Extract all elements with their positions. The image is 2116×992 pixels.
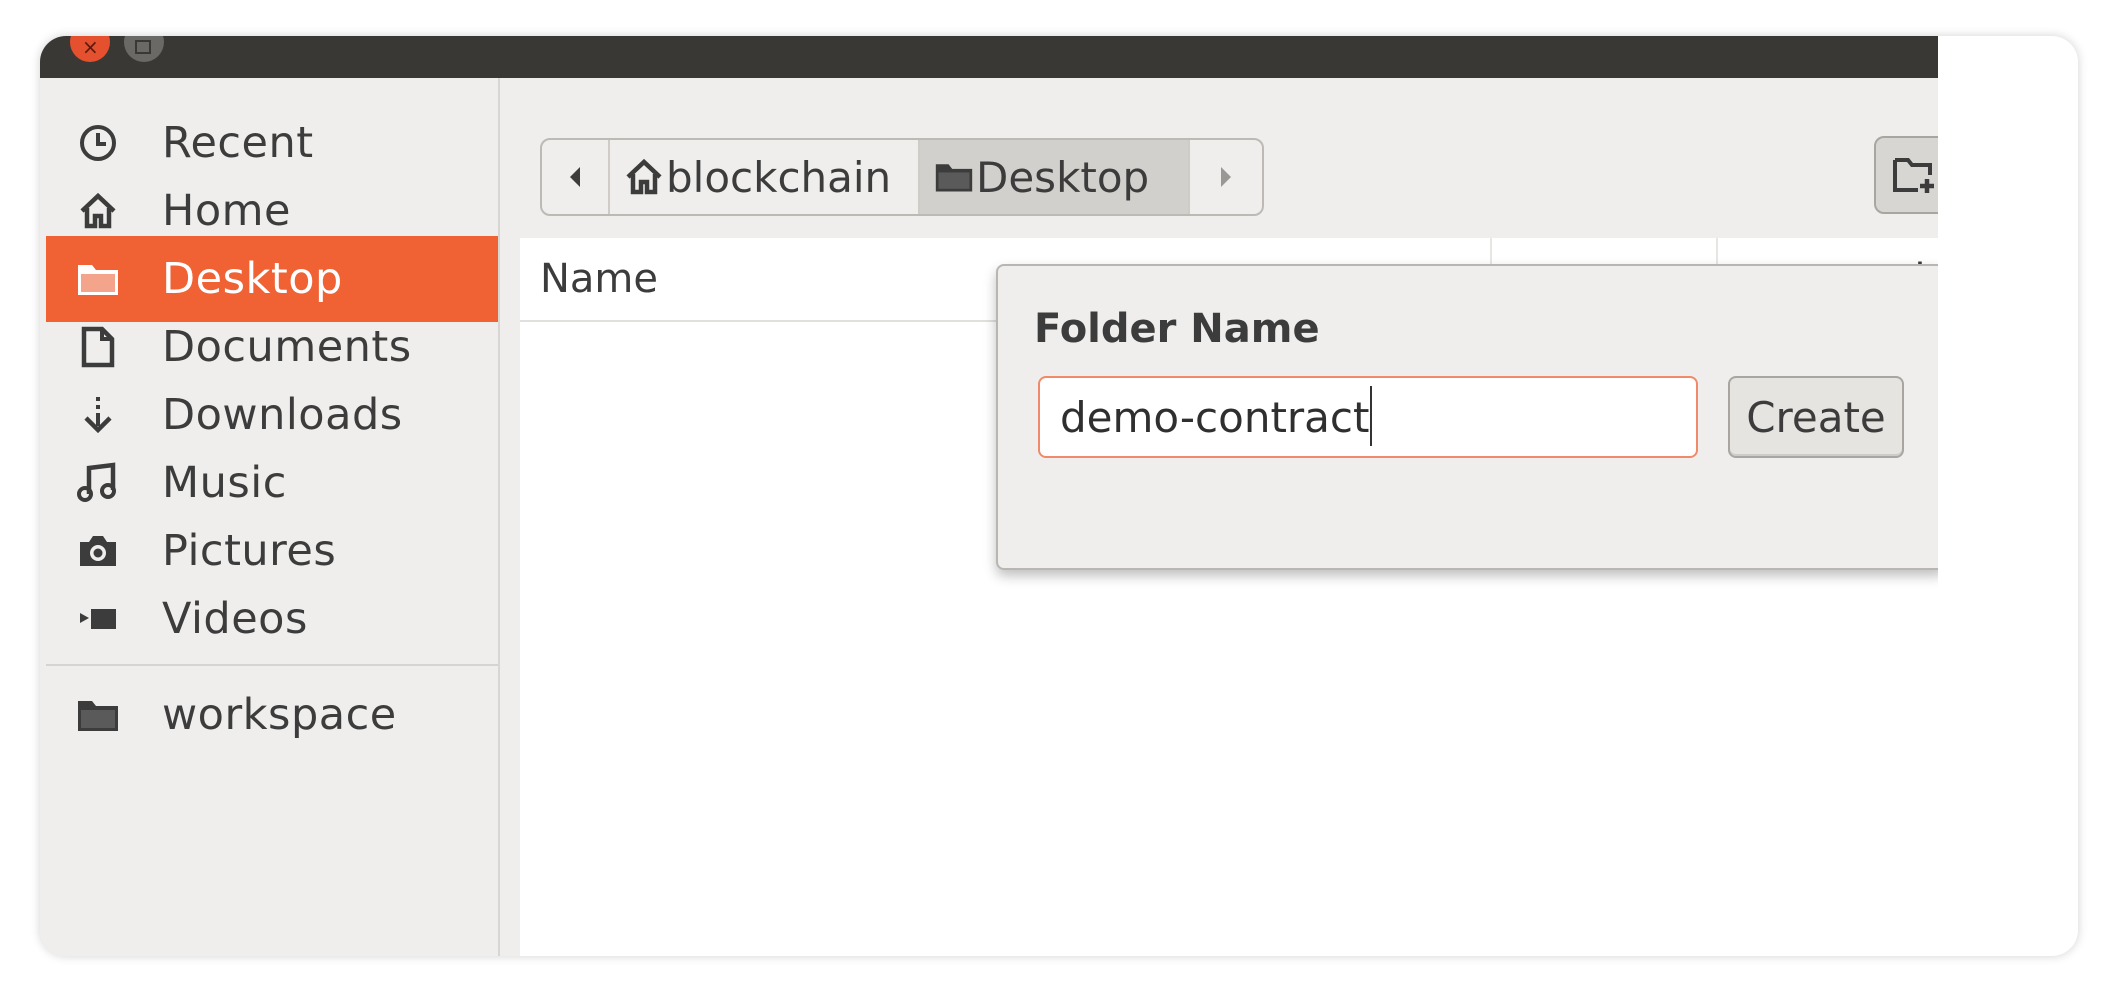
document-icon [70, 319, 126, 375]
video-icon [70, 591, 126, 647]
close-icon: × [82, 36, 99, 59]
sidebar-item-label: Pictures [162, 526, 337, 576]
sidebar-item-label: Home [162, 186, 291, 236]
sidebar-item-label: workspace [162, 690, 397, 740]
path-segment-desktop[interactable]: Desktop [920, 140, 1190, 214]
sidebar-item-label: Videos [162, 594, 308, 644]
path-back-button[interactable] [542, 140, 610, 214]
sidebar-item-label: Documents [162, 322, 412, 372]
screenshot-frame: × Recent Home Desktop Documents Download… [0, 0, 2116, 992]
chevron-right-icon [1221, 167, 1231, 187]
music-icon [70, 455, 126, 511]
file-manager-window: × Recent Home Desktop Documents Download… [40, 36, 1938, 956]
close-button[interactable]: × [70, 36, 110, 62]
home-icon [70, 183, 126, 239]
path-forward-button[interactable] [1190, 140, 1262, 214]
new-folder-button[interactable] [1874, 136, 1938, 214]
window-card: × Recent Home Desktop Documents Download… [40, 36, 2078, 956]
clock-icon [70, 115, 126, 171]
sidebar-item-label: Music [162, 458, 287, 508]
download-icon [70, 387, 126, 443]
sidebar-item-label: Recent [162, 118, 314, 168]
sidebar-item-label: Downloads [162, 390, 403, 440]
path-segment-label: blockchain [666, 152, 892, 202]
title-bar: × [40, 36, 1938, 78]
text-cursor [1370, 386, 1372, 446]
path-segment-blockchain[interactable]: blockchain [610, 140, 920, 214]
folder-name-input[interactable] [1038, 376, 1698, 458]
camera-icon [70, 523, 126, 579]
sidebar-item-workspace[interactable]: workspace [46, 672, 498, 758]
sidebar-item-videos[interactable]: Videos [46, 576, 498, 662]
sidebar-divider [46, 664, 498, 666]
path-bar: blockchain Desktop [540, 138, 1264, 216]
popover-title: Folder Name [1034, 306, 1320, 352]
sidebar-item-label: Desktop [162, 254, 343, 304]
folder-icon [70, 687, 126, 743]
create-button[interactable]: Create [1728, 376, 1904, 458]
new-folder-icon [1893, 158, 1934, 193]
column-header-name[interactable]: Name [540, 256, 658, 302]
new-folder-popover: Folder Name Create [996, 264, 1938, 570]
places-sidebar: Recent Home Desktop Documents Downloads … [40, 78, 500, 956]
path-segment-label: Desktop [976, 152, 1150, 202]
folder-icon [70, 251, 126, 307]
maximize-button[interactable] [124, 36, 164, 62]
chevron-left-icon [570, 167, 580, 187]
home-icon [626, 158, 662, 195]
folder-icon [935, 164, 973, 192]
maximize-icon [135, 40, 151, 54]
